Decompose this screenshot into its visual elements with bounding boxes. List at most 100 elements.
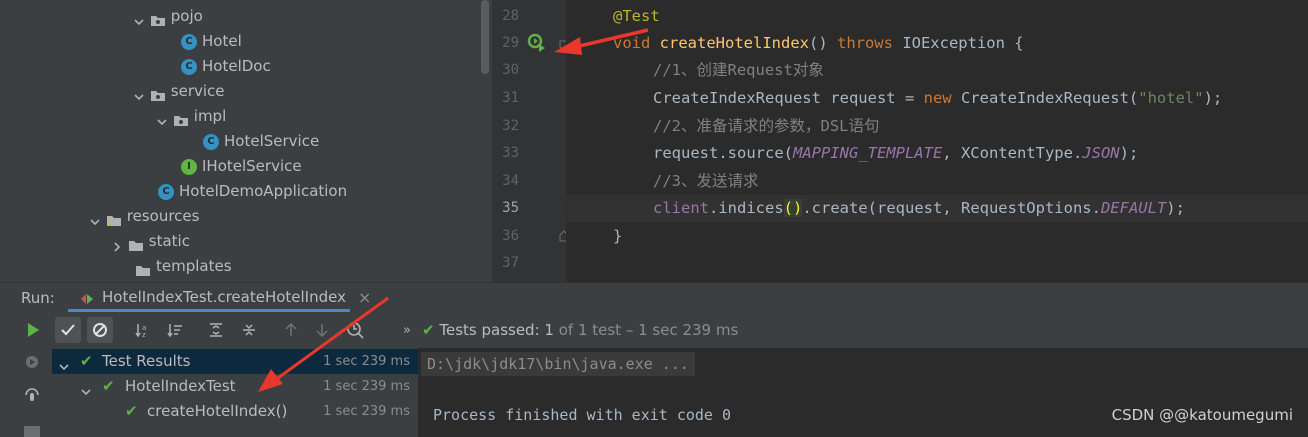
passed-check-icon: ✔: [422, 321, 435, 339]
test-history-icon[interactable]: [342, 317, 368, 343]
code-text: }: [613, 227, 623, 245]
folder-icon: [135, 260, 151, 276]
results-row-class[interactable]: ✔ HotelIndexTest 1 sec 239 ms: [52, 374, 418, 399]
result-time: 1 sec 239 ms: [323, 354, 410, 369]
folder-icon: [128, 235, 144, 251]
tree-item-hoteldoc[interactable]: C HotelDoc: [181, 54, 271, 79]
code-text: );: [1119, 144, 1139, 162]
debug-rerun-icon[interactable]: [22, 352, 42, 372]
more-actions-icon[interactable]: »: [394, 317, 420, 343]
rerun-icon[interactable]: [20, 317, 46, 343]
method-name: createHotelIndex: [659, 34, 809, 52]
result-time: 1 sec 239 ms: [323, 404, 410, 419]
code-editor[interactable]: @Test void createHotelIndex() throws IOE…: [566, 0, 1308, 282]
code-line-31: CreateIndexRequest request = new CreateI…: [653, 85, 1222, 112]
line-number: 29: [502, 35, 519, 51]
tree-item-resources[interactable]: resources: [89, 204, 199, 229]
chevron-right-icon[interactable]: [111, 236, 123, 252]
code-line-33: request.source(MAPPING_TEMPLATE, XConten…: [653, 140, 1138, 167]
close-tab-icon[interactable]: ×: [358, 288, 371, 307]
class-icon: C: [181, 33, 197, 50]
tree-scrollbar[interactable]: [481, 0, 489, 74]
code-text: (): [808, 34, 837, 52]
next-failed-icon[interactable]: [309, 317, 335, 343]
matched-paren: (: [783, 199, 793, 217]
tree-item-pojo[interactable]: pojo: [133, 4, 203, 29]
field: client: [653, 199, 709, 217]
class-icon: C: [181, 58, 197, 75]
test-results-tree: ✔ Test Results 1 sec 239 ms ✔ HotelIndex…: [52, 348, 419, 437]
tree-item-service[interactable]: service: [133, 79, 225, 104]
line-number: 34: [502, 173, 519, 189]
tree-item-label: service: [170, 82, 225, 100]
results-row-method[interactable]: ✔ createHotelIndex() 1 sec 239 ms: [52, 399, 418, 424]
tab-run-config[interactable]: HotelIndexTest.createHotelIndex: [68, 283, 350, 312]
chevron-down-icon[interactable]: [133, 86, 145, 100]
tree-item-label: IHotelService: [202, 157, 302, 175]
run-sidebar: [12, 348, 52, 437]
show-ignored-toggle[interactable]: [87, 317, 113, 343]
tree-item-label: static: [148, 232, 190, 250]
run-tab-bar: Run: HotelIndexTest.createHotelIndex ×: [0, 282, 1308, 313]
line-number: 28: [502, 8, 519, 24]
expand-all-icon[interactable]: [203, 317, 229, 343]
console-exit-line: Process finished with exit code 0: [433, 406, 732, 424]
editor-gutter: 28 29 30 31 32 33 34 35 36 37: [492, 0, 597, 282]
code-text: .create(request, RequestOptions.: [802, 199, 1101, 217]
tree-item-label: HotelDemoApplication: [179, 182, 348, 200]
console-output[interactable]: D:\jdk\jdk17\bin\java.exe ... Process fi…: [419, 348, 1308, 437]
comment: //2、准备请求的参数，DSL语句: [653, 117, 880, 135]
line-number: 32: [502, 118, 519, 134]
result-label: Test Results: [102, 352, 191, 370]
project-tree: pojo C Hotel C HotelDoc service impl C Hote…: [0, 0, 492, 282]
code-text: , XContentType.: [942, 144, 1083, 162]
line-number: 37: [502, 255, 519, 271]
tree-item-impl[interactable]: impl: [156, 104, 226, 129]
previous-failed-icon[interactable]: [278, 317, 304, 343]
code-line-35: client.indices().create(request, Request…: [653, 195, 1185, 222]
tree-item-templates[interactable]: templates: [135, 254, 232, 279]
collapse-all-icon[interactable]: [236, 317, 262, 343]
resources-folder-icon: [106, 210, 122, 226]
attach-debugger-icon[interactable]: [22, 385, 42, 405]
tree-item-label: impl: [193, 107, 227, 125]
comment: //1、创建Request对象: [653, 61, 824, 79]
package-folder-icon: [150, 85, 166, 101]
code-line-28: @Test: [613, 3, 660, 30]
show-passed-toggle[interactable]: [55, 317, 81, 343]
code-line-29: void createHotelIndex() throws IOExcepti…: [613, 30, 1024, 57]
tree-item-hotelservice[interactable]: C HotelService: [203, 129, 319, 154]
keyword: new: [923, 89, 952, 107]
chevron-down-icon[interactable]: [89, 211, 101, 225]
keyword: void: [613, 34, 660, 52]
tree-item-label: templates: [156, 257, 232, 275]
tree-item-static[interactable]: static: [111, 229, 190, 254]
run-test-gutter-icon[interactable]: [527, 33, 547, 53]
sort-by-duration-icon[interactable]: [162, 317, 188, 343]
constant: JSON: [1082, 144, 1120, 162]
tree-item-ihotelservice[interactable]: I IHotelService: [181, 154, 302, 179]
result-label: HotelIndexTest: [125, 377, 236, 395]
code-line-30: //1、创建Request对象: [653, 57, 824, 84]
comment: //3、发送请求: [653, 172, 759, 190]
passed-check-icon: ✔: [80, 352, 93, 370]
tree-item-label: resources: [126, 207, 200, 225]
code-text: CreateIndexRequest(: [951, 89, 1139, 107]
status-suffix: of 1 test – 1 sec 239 ms: [553, 321, 739, 339]
chevron-down-icon[interactable]: [133, 11, 145, 25]
line-number-current: 35: [502, 200, 519, 216]
code-text: .indices: [709, 199, 784, 217]
console-command-line[interactable]: D:\jdk\jdk17\bin\java.exe ...: [421, 352, 695, 376]
code-text: request.source(: [653, 144, 793, 162]
chevron-down-icon[interactable]: [156, 111, 168, 125]
sort-alphabetically-icon[interactable]: az: [130, 317, 156, 343]
settings-icon[interactable]: [24, 426, 40, 437]
matched-paren: ): [793, 199, 803, 217]
tree-item-hoteldemoapplication[interactable]: C HotelDemoApplication: [158, 179, 347, 204]
keyword: throws: [836, 34, 893, 52]
spring-class-icon: C: [158, 183, 174, 200]
constant: DEFAULT: [1100, 199, 1167, 217]
tree-item-hotel[interactable]: C Hotel: [181, 29, 242, 54]
tab-title: HotelIndexTest.createHotelIndex: [102, 288, 346, 306]
results-row-root[interactable]: ✔ Test Results 1 sec 239 ms: [52, 349, 418, 374]
